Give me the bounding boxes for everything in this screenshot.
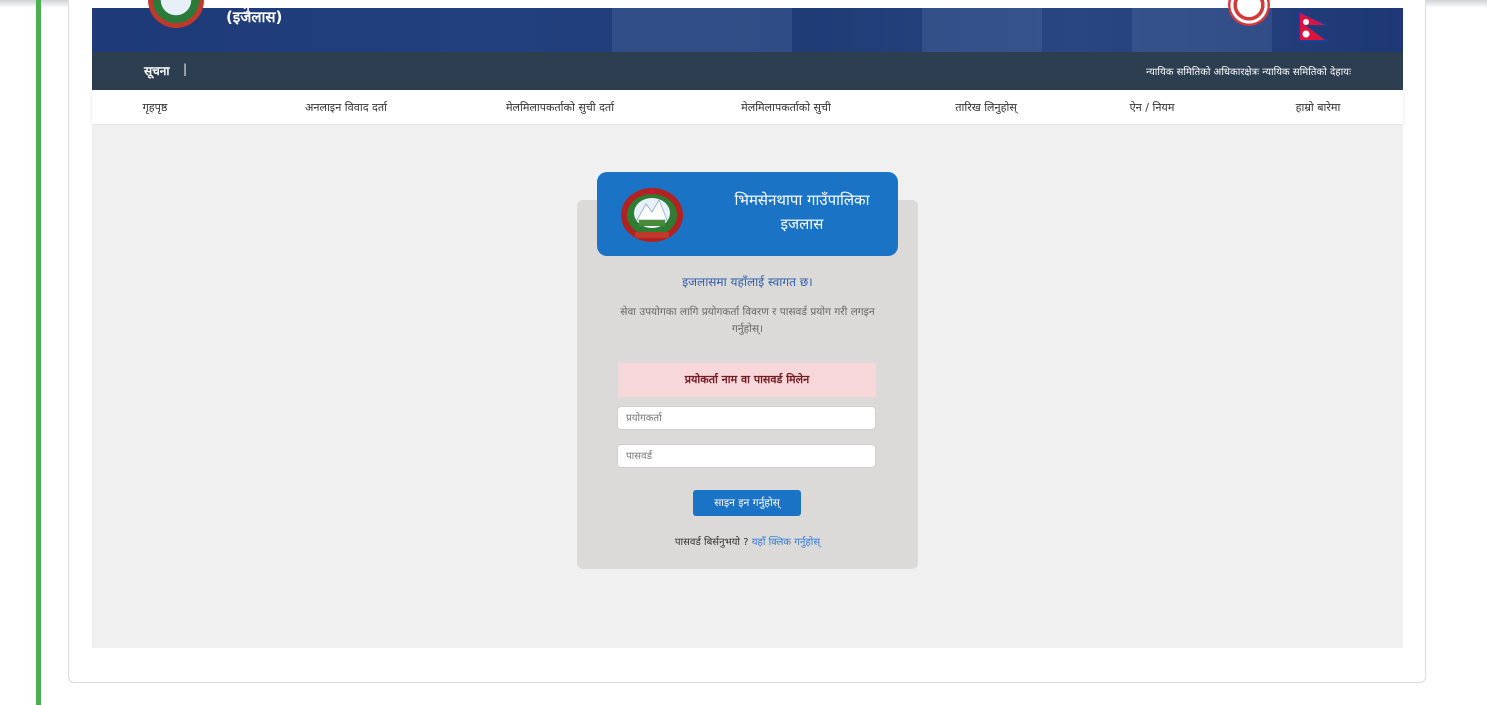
- municipality-seal-icon: [1228, 0, 1270, 28]
- notice-bar: सूचना | न्यायिक समितिको अधिकारक्षेत्रः न…: [92, 52, 1403, 90]
- welcome-text: इजलासमा यहाँलाई स्वागत छ।: [682, 275, 813, 289]
- nepal-flag-icon: [1298, 10, 1330, 42]
- sign-in-button[interactable]: साइन इन गर्नुहोस्: [693, 490, 801, 516]
- nav-home[interactable]: गृहपृष्ठ: [143, 100, 168, 115]
- nepal-emblem-icon: [148, 0, 206, 28]
- login-header: भिमसेनथापा गाउँपालिका इजलास: [597, 172, 898, 256]
- nav-mediator-list[interactable]: मेलमिलापकर्ताको सुची: [741, 100, 831, 115]
- org-sub: इजलास: [780, 215, 824, 233]
- password-input[interactable]: [617, 444, 876, 468]
- main-nav: गृहपृष्ठ अनलाइन विवाद दर्ता मेलमिलापकर्त…: [92, 90, 1403, 124]
- username-input[interactable]: [617, 406, 876, 430]
- nav-take-date[interactable]: तारिख लिनुहोस्: [955, 100, 1017, 115]
- login-org-title: भिमसेनथापा गाउँपालिका इजलास: [707, 188, 897, 236]
- login-instructions: सेवा उपयोगका लागि प्रयोगकर्ता विवरण र पा…: [620, 306, 875, 335]
- header-banner: [92, 8, 1403, 52]
- nepal-emblem-icon: [621, 188, 683, 242]
- login-error-alert: प्रयोकर्ता नाम वा पासवर्ड मिलेन: [618, 363, 876, 397]
- forgot-password-link[interactable]: यहाँ क्लिक गर्नुहोस्: [752, 537, 820, 548]
- site-title-cut: नु: [243, 0, 250, 14]
- forgot-password: पासवर्ड बिर्सनुभयो ? यहाँ क्लिक गर्नुहोस…: [577, 534, 918, 548]
- site-title: नु (इजलास): [226, 0, 283, 27]
- left-accent-bar: [36, 0, 41, 705]
- org-name: भिमसेनथापा गाउँपालिका: [734, 191, 870, 209]
- forgot-password-prefix: पासवर्ड बिर्सनुभयो ?: [674, 537, 749, 548]
- site-title-text: (इजलास): [226, 8, 283, 26]
- notice-label: सूचना: [144, 64, 170, 78]
- nav-mediator-list-registration[interactable]: मेलमिलापकर्ताको सुची दर्ता: [506, 100, 614, 115]
- nav-online-dispute-registration[interactable]: अनलाइन विवाद दर्ता: [305, 100, 387, 115]
- nav-about-us[interactable]: हाम्रो बारेमा: [1296, 100, 1341, 115]
- nav-acts-rules[interactable]: ऐन / नियम: [1130, 100, 1175, 115]
- notice-ticker[interactable]: न्यायिक समितिको अधिकारक्षेत्रः न्यायिक स…: [1146, 64, 1351, 78]
- notice-separator: |: [183, 62, 188, 76]
